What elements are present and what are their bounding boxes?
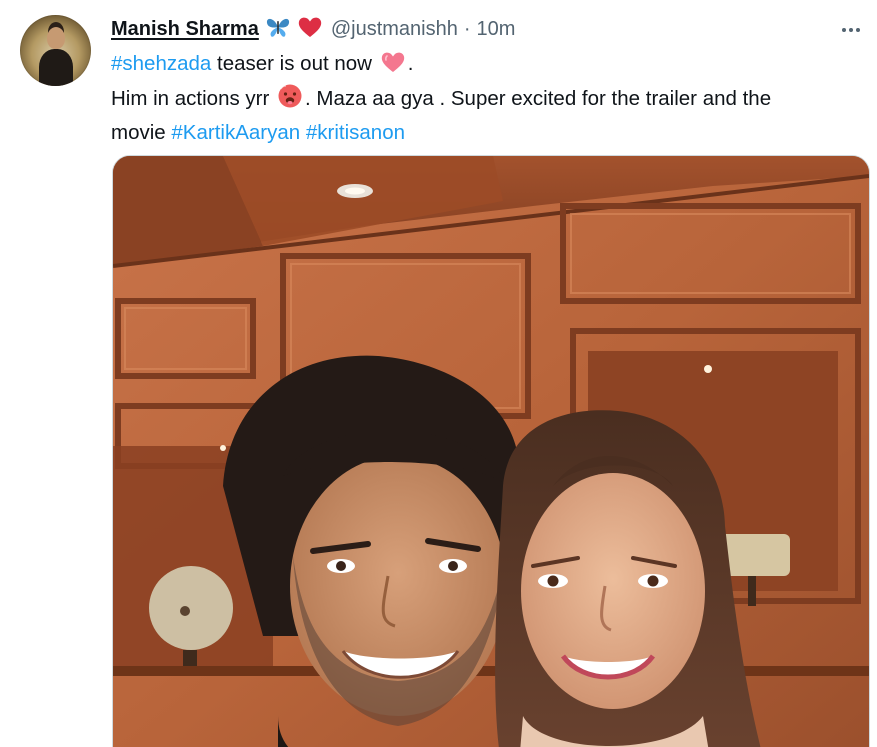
hashtag-kartikaaryan[interactable]: #KartikAaryan bbox=[171, 121, 300, 144]
avatar-body bbox=[39, 49, 73, 86]
tweet-header: Manish Sharma @justmanishh · 10m bbox=[111, 14, 515, 44]
red-heart-icon bbox=[297, 15, 323, 43]
author-handle[interactable]: @justmanishh bbox=[331, 18, 458, 41]
text-segment: . bbox=[407, 52, 414, 75]
text-segment: . Maza aa gya . Super excited for the tr… bbox=[305, 87, 772, 110]
tweet-timestamp[interactable]: 10m bbox=[477, 18, 516, 41]
avatar-face bbox=[47, 27, 65, 49]
more-options-icon[interactable] bbox=[837, 18, 865, 42]
header-separator: · bbox=[463, 17, 471, 40]
butterfly-icon bbox=[265, 15, 291, 43]
hashtag-kritisanon[interactable]: #kritisanon bbox=[306, 121, 405, 144]
text-segment: teaser is out now bbox=[211, 52, 378, 75]
tweet-line-2: Him in actions yrr . Maza aa gya . Super… bbox=[111, 83, 851, 118]
hashtag-shehzada[interactable]: #shehzada bbox=[111, 52, 211, 75]
tweet-line-3: movie #KartikAaryan #kritisanon bbox=[111, 118, 851, 148]
avatar[interactable] bbox=[20, 15, 91, 86]
tweet-line-1: #shehzada teaser is out now . bbox=[111, 49, 851, 83]
pink-heart-icon bbox=[380, 50, 406, 83]
hot-face-icon bbox=[277, 83, 303, 118]
author-name[interactable]: Manish Sharma bbox=[111, 18, 259, 41]
tweet-photo[interactable] bbox=[112, 155, 870, 747]
selfie-photo-illustration bbox=[113, 156, 869, 747]
text-segment: Him in actions yrr bbox=[111, 87, 276, 110]
text-segment: movie bbox=[111, 121, 172, 144]
tweet[interactable]: Manish Sharma @justmanishh · 10m #shehza… bbox=[0, 0, 877, 747]
tweet-text: #shehzada teaser is out now . Him in act… bbox=[111, 49, 851, 148]
